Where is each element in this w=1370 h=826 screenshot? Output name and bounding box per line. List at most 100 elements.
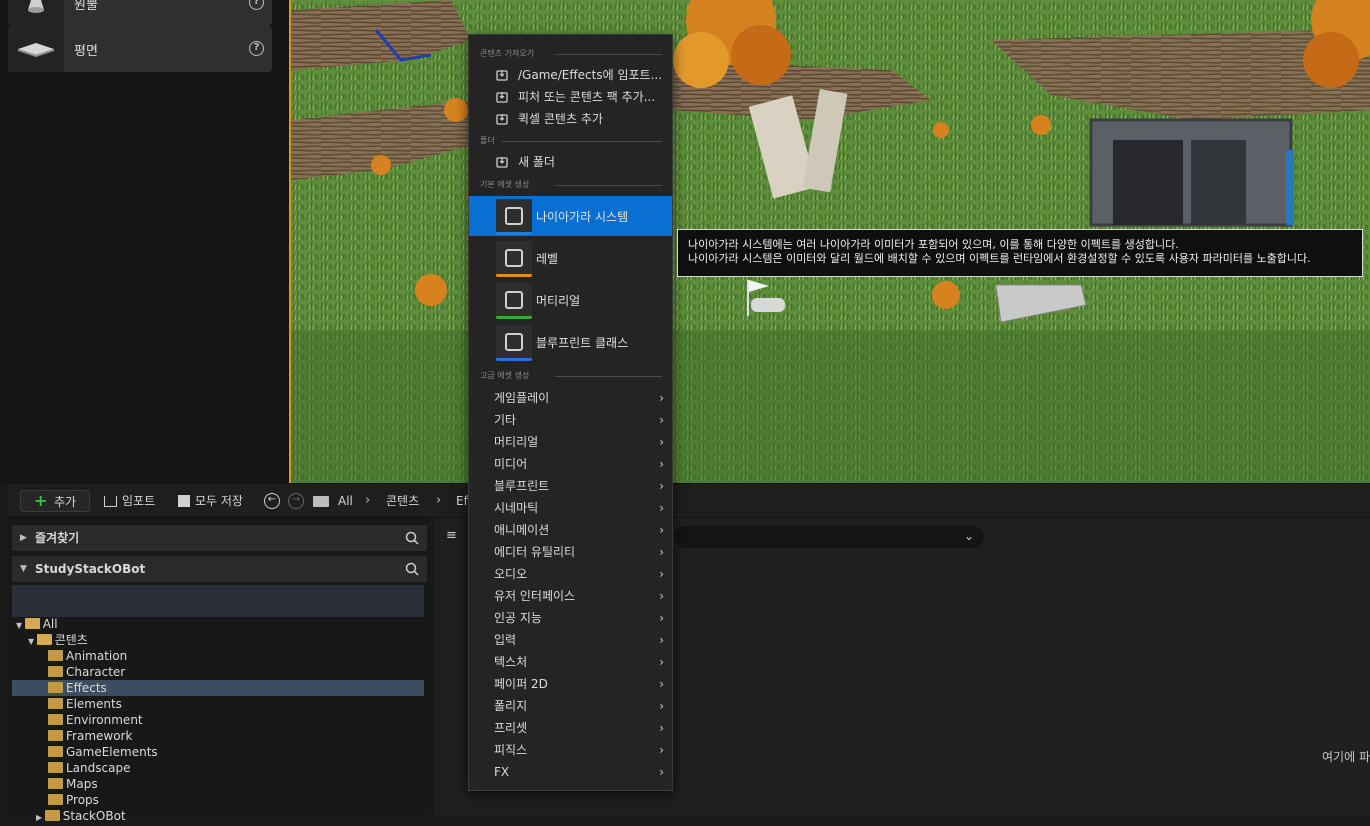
submenu-item[interactable]: 페이퍼 2D ›	[469, 673, 672, 695]
asset-item-level[interactable]: 레벨	[469, 238, 672, 278]
save-all-button[interactable]: 모두 저장	[178, 490, 243, 512]
tree-item[interactable]: Landscape	[12, 760, 424, 776]
project-header[interactable]: ▼ StudyStackOBot	[12, 556, 427, 582]
tree-item-label: Framework	[66, 729, 133, 743]
content-browser-toolbar: + 추가 임포트 모두 저장 ← → All › 콘텐츠 › Effects	[8, 484, 1370, 518]
forward-arrow-icon[interactable]: →	[288, 493, 304, 509]
submenu-item[interactable]: 게임플레이 ›	[469, 387, 672, 409]
submenu-item[interactable]: 머티리얼 ›	[469, 431, 672, 453]
help-icon[interactable]: ?	[249, 41, 264, 56]
folder-icon	[48, 650, 63, 661]
add-button[interactable]: + 추가	[20, 490, 90, 512]
submenu-item[interactable]: 기타 ›	[469, 409, 672, 431]
submenu-item[interactable]: FX ›	[469, 761, 672, 783]
help-icon[interactable]: ?	[249, 0, 264, 10]
tree-item-label: Environment	[66, 713, 143, 727]
chevron-right-icon: ›	[659, 413, 664, 427]
import-button[interactable]: 임포트	[104, 490, 155, 512]
submenu-item-label: 피직스	[494, 743, 528, 757]
chevron-right-icon: ›	[659, 765, 664, 779]
plane-icon	[8, 26, 64, 72]
asset-color-bar	[496, 232, 532, 235]
submenu-item-label: 블루프린트	[494, 479, 550, 493]
chevron-right-icon: ›	[659, 435, 664, 449]
content-browser: + 추가 임포트 모두 저장 ← → All › 콘텐츠 › Effects ▶…	[8, 483, 1370, 823]
search-icon[interactable]	[405, 562, 419, 576]
asset-item-material[interactable]: 머티리얼	[469, 280, 672, 320]
folder-icon	[36, 634, 52, 645]
tree-item-label: StackOBot	[62, 809, 126, 823]
chevron-right-icon: ›	[659, 479, 664, 493]
project-label: StudyStackOBot	[35, 562, 146, 576]
submenu-item[interactable]: 블루프린트 ›	[469, 475, 672, 497]
menu-section-header: 폴더	[480, 135, 662, 147]
submenu-item[interactable]: 폴리지 ›	[469, 695, 672, 717]
submenu-item[interactable]: 텍스처 ›	[469, 651, 672, 673]
submenu-item[interactable]: 미디어 ›	[469, 453, 672, 475]
submenu-item[interactable]: 애니메이션 ›	[469, 519, 672, 541]
sources-panel: ▶ 즐겨찾기 ▼ StudyStackOBot ▼ All ▼ 콘텐츠 Animat…	[8, 518, 431, 823]
tree-item[interactable]: Effects	[12, 680, 424, 696]
submenu-item-label: 오디오	[494, 567, 528, 581]
expand-arrow-icon: ▶	[20, 533, 27, 543]
submenu-item[interactable]: 시네마틱 ›	[469, 497, 672, 519]
search-icon[interactable]	[405, 531, 419, 545]
new-folder-button[interactable]: 새 폴더	[469, 151, 672, 173]
submenu-item[interactable]: 에디터 유틸리티 ›	[469, 541, 672, 563]
asset-thumb-glyph	[505, 207, 523, 225]
asset-item-label: 블루프린트 클래스	[536, 336, 629, 350]
menu-section-header: 고급 에셋 생성	[480, 370, 662, 382]
folder-icon	[48, 746, 63, 757]
collapse-arrow-icon[interactable]: ▼	[28, 637, 37, 646]
place-item-plane[interactable]: 평면 ?	[8, 26, 272, 72]
submenu-item[interactable]: 오디오 ›	[469, 563, 672, 585]
submenu-item[interactable]: 인공 지능 ›	[469, 607, 672, 629]
menu-item-import[interactable]: /Game/Effects에 임포트...	[469, 64, 672, 86]
tree-item[interactable]: Environment	[12, 712, 424, 728]
tree-item[interactable]: Framework	[12, 728, 424, 744]
menu-item-content-pack[interactable]: 피처 또는 콘텐츠 팩 추가...	[469, 86, 672, 108]
submenu-item[interactable]: 프리셋 ›	[469, 717, 672, 739]
tree-item[interactable]: Character	[12, 664, 424, 680]
tree-item[interactable]: ▶ StackOBot	[12, 808, 424, 824]
submenu-item-label: 시네마틱	[494, 501, 539, 515]
tree-item[interactable]: Props	[12, 792, 424, 808]
chevron-right-icon: ›	[659, 545, 664, 559]
tree-item[interactable]: Animation	[12, 648, 424, 664]
search-assets-input[interactable]: ⌄	[674, 526, 984, 548]
chevron-right-icon: ›	[659, 721, 664, 735]
submenu-item-label: 페이퍼 2D	[494, 677, 548, 691]
place-item-label: 평면	[74, 44, 98, 59]
menu-item-quixel[interactable]: 퀵셀 콘텐츠 추가	[469, 108, 672, 130]
folder-icon	[48, 682, 63, 693]
submenu-item-label: 프리셋	[494, 721, 528, 735]
back-arrow-icon[interactable]: ←	[264, 493, 280, 509]
submenu-item[interactable]: 유저 인터페이스 ›	[469, 585, 672, 607]
breadcrumb-all[interactable]: All	[338, 490, 353, 512]
tree-item[interactable]: ▼ 콘텐츠	[12, 632, 424, 648]
tree-item[interactable]: ▼ All	[12, 616, 424, 632]
breadcrumb-content[interactable]: 콘텐츠	[386, 490, 419, 512]
collapse-arrow-icon[interactable]: ▼	[16, 621, 25, 630]
chevron-right-icon: ›	[659, 567, 664, 581]
folder-icon	[313, 496, 329, 507]
asset-item-niagara-system[interactable]: 나이아가라 시스템	[469, 196, 672, 236]
chevron-right-icon: ›	[659, 611, 664, 625]
tree-item[interactable]: Maps	[12, 776, 424, 792]
content-pack-icon	[496, 92, 508, 103]
submenu-item[interactable]: 피직스 ›	[469, 739, 672, 761]
place-item-cone[interactable]: 원뿔 ?	[8, 0, 272, 26]
tree-item[interactable]: Elements	[12, 696, 424, 712]
favorites-header[interactable]: ▶ 즐겨찾기	[12, 525, 427, 551]
menu-section-label: 콘텐츠 가져오기	[480, 49, 535, 58]
place-item-label: 원뿔	[74, 0, 98, 13]
tree-item[interactable]: GameElements	[12, 744, 424, 760]
submenu-item-label: 에디터 유틸리티	[494, 545, 576, 559]
add-button-label: 추가	[54, 495, 77, 509]
submenu-item[interactable]: 입력 ›	[469, 629, 672, 651]
expand-arrow-icon[interactable]: ▶	[36, 813, 45, 822]
folder-icon	[48, 730, 63, 741]
asset-item-blueprint-class[interactable]: 블루프린트 클래스	[469, 322, 672, 362]
filter-icon[interactable]: ≡	[446, 528, 457, 543]
menu-section-label: 폴더	[480, 136, 495, 145]
